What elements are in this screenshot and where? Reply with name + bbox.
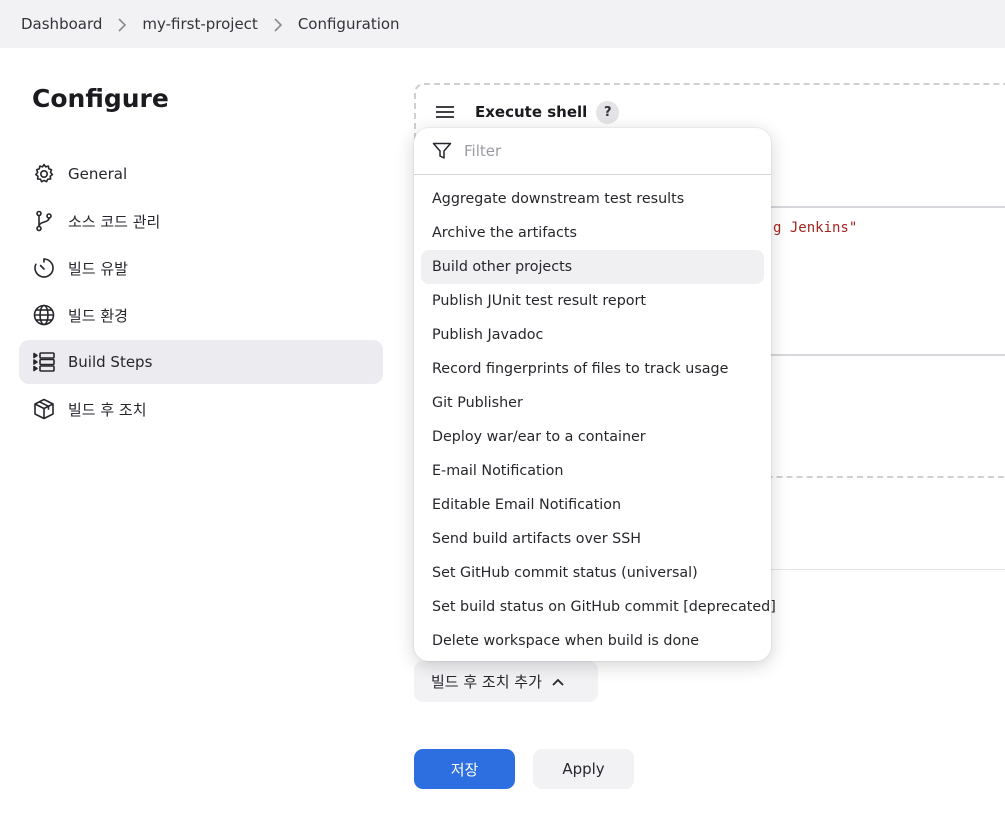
sidebar-item-label: 소스 코드 관리	[68, 212, 161, 231]
dropdown-item[interactable]: Set build status on GitHub commit [depre…	[421, 590, 776, 624]
sidebar-item-post-build[interactable]: 빌드 후 조치	[19, 387, 383, 431]
sidebar-item-label: 빌드 후 조치	[68, 400, 147, 419]
dropdown-item[interactable]: Archive the artifacts	[421, 216, 764, 250]
chevron-right-icon	[268, 15, 288, 33]
sidebar-item-label: 빌드 유발	[68, 259, 128, 278]
filter-icon	[432, 142, 452, 159]
help-button[interactable]: ?	[596, 100, 620, 124]
sidebar-item-label: General	[68, 165, 128, 183]
code-line: g Jenkins"	[773, 220, 858, 236]
chevron-right-icon	[112, 15, 132, 33]
sidebar-item-source-code[interactable]: 소스 코드 관리	[19, 199, 383, 243]
dropdown-item[interactable]: Deploy war/ear to a container	[421, 420, 764, 454]
source-branch-icon	[31, 208, 57, 234]
filter-input[interactable]	[462, 141, 746, 161]
globe-icon	[31, 302, 57, 328]
dropdown-item[interactable]: Send build artifacts over SSH	[421, 522, 764, 556]
save-button[interactable]: 저장	[414, 749, 515, 789]
gear-icon	[31, 161, 57, 187]
add-post-build-label: 빌드 후 조치 추가	[431, 673, 542, 691]
drag-handle-icon[interactable]	[436, 102, 456, 122]
dropdown-item[interactable]: Delete workspace when build is done	[421, 624, 764, 658]
breadcrumb: Dashboard my-first-project Configuration	[0, 0, 1005, 48]
sidebar-nav: General 소스 코드 관리 빌드 유발 빌드 환경 Build Steps…	[19, 152, 383, 434]
sidebar-item-general[interactable]: General	[19, 152, 383, 196]
chevron-up-icon	[552, 678, 564, 686]
package-icon	[31, 396, 57, 422]
dropdown-item[interactable]: Git Publisher	[421, 386, 764, 420]
list-icon	[31, 349, 57, 375]
sidebar-item-build-steps[interactable]: Build Steps	[19, 340, 383, 384]
dropdown-list: Aggregate downstream test results Archive…	[414, 175, 776, 658]
add-post-build-action-button[interactable]: 빌드 후 조치 추가	[414, 661, 598, 702]
apply-button[interactable]: Apply	[533, 749, 634, 789]
build-step-header: Execute shell ?	[436, 98, 620, 126]
sidebar-item-label: Build Steps	[68, 353, 153, 371]
dropdown-item[interactable]: Publish JUnit test result report	[421, 284, 764, 318]
breadcrumb-configuration[interactable]: Configuration	[298, 15, 400, 33]
breadcrumb-dashboard[interactable]: Dashboard	[21, 15, 102, 33]
shell-command-editor[interactable]: g Jenkins"	[770, 206, 1005, 356]
timer-icon	[31, 255, 57, 281]
filter-row	[414, 128, 771, 175]
dropdown-item[interactable]: Record fingerprints of files to track us…	[421, 352, 764, 386]
page-title: Configure	[32, 84, 169, 113]
dropdown-item[interactable]: Build other projects	[421, 250, 764, 284]
dropdown-item[interactable]: Set GitHub commit status (universal)	[421, 556, 764, 590]
sidebar-item-build-triggers[interactable]: 빌드 유발	[19, 246, 383, 290]
dropdown-item[interactable]: Publish Javadoc	[421, 318, 764, 352]
sidebar-item-label: 빌드 환경	[68, 306, 128, 325]
sidebar-item-build-environment[interactable]: 빌드 환경	[19, 293, 383, 337]
dropdown-item[interactable]: Editable Email Notification	[421, 488, 764, 522]
dropdown-item[interactable]: Aggregate downstream test results	[421, 182, 764, 216]
post-build-action-dropdown: Aggregate downstream test resultsArchive…	[414, 128, 776, 661]
breadcrumb-project[interactable]: my-first-project	[142, 15, 257, 33]
build-step-title: Execute shell	[475, 103, 588, 121]
dropdown-item[interactable]: E-mail Notification	[421, 454, 764, 488]
